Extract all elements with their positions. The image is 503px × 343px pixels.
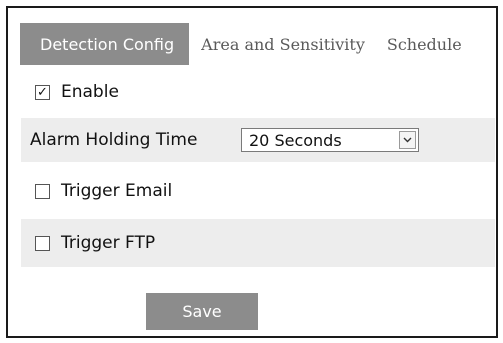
tab-detection-config[interactable]: Detection Config [20,23,190,65]
chevron-down-icon[interactable] [399,131,416,149]
tab-schedule[interactable]: Schedule [377,23,472,65]
enable-checkbox[interactable]: ✓ [35,84,50,100]
checkmark-icon: ✓ [37,84,48,100]
settings-panel: Detection Config Area and Sensitivity Sc… [6,6,498,338]
trigger-ftp-row: Trigger FTP [21,219,495,267]
trigger-ftp-label: Trigger FTP [61,233,156,253]
trigger-ftp-checkbox[interactable] [35,235,50,251]
alarm-holding-time-select[interactable]: 20 Seconds [241,128,419,152]
trigger-email-row: Trigger Email [21,167,495,215]
enable-label: Enable [61,82,119,102]
alarm-holding-time-value: 20 Seconds [249,130,342,150]
tab-area-and-sensitivity[interactable]: Area and Sensitivity [191,23,375,65]
enable-row: ✓ Enable [21,68,495,116]
alarm-holding-time-label: Alarm Holding Time [30,130,198,150]
alarm-holding-time-row: Alarm Holding Time 20 Seconds [21,118,495,162]
save-button[interactable]: Save [146,293,258,330]
trigger-email-label: Trigger Email [61,181,173,201]
trigger-email-checkbox[interactable] [35,183,50,199]
tab-bar: Detection Config Area and Sensitivity Sc… [20,23,472,65]
